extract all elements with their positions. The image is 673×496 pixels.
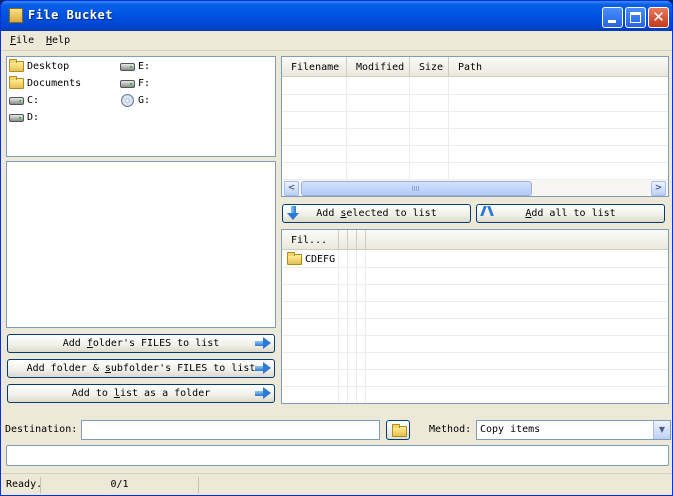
chevron-down-icon[interactable]: ▼ [653, 421, 670, 439]
add-all-button[interactable]: Add all to list [476, 204, 665, 223]
column-header-path[interactable]: Path [449, 57, 668, 77]
drive-label: Desktop [27, 61, 70, 72]
drive-label: F: [138, 78, 151, 89]
scrollbar-thumb[interactable] [301, 181, 532, 196]
progress-bar [6, 445, 669, 466]
button-label: dd all to list [531, 208, 616, 219]
column-divider [347, 251, 348, 403]
browse-button[interactable] [386, 420, 410, 440]
hard-drive-icon [120, 80, 135, 88]
column-header-size[interactable]: Size [410, 57, 449, 77]
status-count: 0/1 [41, 477, 199, 493]
column-divider [409, 78, 410, 181]
arrow-right-icon [255, 387, 271, 400]
column-divider [346, 78, 347, 181]
menu-help-label: elp [52, 35, 71, 46]
method-select[interactable]: Copy items ▼ [476, 420, 671, 440]
status-text: Ready. [6, 477, 42, 493]
column-divider [365, 251, 366, 403]
status-bar: Ready. 0/1 [1, 473, 672, 495]
app-window: File Bucket ✕ File Help Desktop Document… [0, 0, 673, 496]
arrow-right-icon [255, 362, 271, 375]
grid-rows[interactable] [282, 251, 668, 403]
hard-drive-icon [9, 97, 24, 105]
button-label: older's FILES to list [92, 338, 220, 349]
add-selected-button[interactable]: Add selected to list [282, 204, 471, 223]
column-header-filename[interactable]: Filename [282, 57, 347, 77]
menu-help[interactable]: Help [46, 35, 70, 46]
drive-label: C: [27, 95, 40, 106]
button-label: Add folder & [26, 363, 105, 374]
file-list-grid[interactable]: Filename Modified Size Path < > [281, 56, 669, 197]
column-divider [338, 251, 339, 403]
bucket-list[interactable]: Fil... CDEFG [281, 229, 669, 404]
close-button[interactable]: ✕ [648, 7, 669, 28]
double-arrow-down-icon [481, 206, 495, 221]
destination-input[interactable] [81, 420, 380, 440]
drive-label: G: [138, 95, 151, 106]
column-header-blank[interactable] [339, 230, 348, 250]
method-label: Method: [429, 424, 472, 435]
drive-label: D: [27, 112, 40, 123]
maximize-button[interactable] [625, 7, 646, 28]
button-label: Add [62, 338, 87, 349]
grid-header: Filename Modified Size Path [282, 57, 668, 77]
column-header-blank[interactable] [348, 230, 357, 250]
drive-label: Documents [27, 78, 82, 89]
cd-drive-icon [121, 94, 134, 107]
menu-bar: File Help [1, 31, 672, 51]
column-header-modified[interactable]: Modified [347, 57, 410, 77]
column-header-blank[interactable] [357, 230, 366, 250]
title-bar[interactable]: File Bucket ✕ [1, 1, 672, 31]
button-label: Add [316, 208, 341, 219]
method-selected-value: Copy items [480, 424, 541, 435]
button-label: ist as a folder [119, 388, 211, 399]
destination-label: Destination: [5, 424, 78, 435]
button-label: ubfolder's FILES to list [110, 363, 256, 374]
button-label: Add to [71, 388, 114, 399]
column-divider [448, 78, 449, 181]
folder-open-icon [392, 424, 407, 437]
hard-drive-icon [9, 114, 24, 122]
minimize-button[interactable] [602, 7, 623, 28]
scroll-left-icon[interactable]: < [284, 181, 299, 196]
grid-header: Fil... [282, 230, 668, 250]
column-divider [356, 251, 357, 403]
menu-file-label: ile [16, 35, 35, 46]
folder-icon [287, 252, 302, 265]
bucket-app-icon [9, 8, 23, 23]
arrow-down-icon [287, 206, 301, 221]
list-item-label: CDEFG [305, 254, 336, 265]
minimize-icon [608, 20, 616, 23]
grid-rows[interactable] [282, 78, 668, 179]
close-icon: ✕ [652, 8, 665, 26]
drive-list[interactable]: Desktop Documents C: D: E: F: G: [6, 56, 276, 157]
horizontal-scrollbar[interactable]: < > [282, 179, 668, 196]
arrow-right-icon [255, 337, 271, 350]
menu-file[interactable]: File [10, 35, 34, 46]
maximize-icon [630, 12, 641, 23]
add-as-folder-button[interactable]: Add to list as a folder [7, 384, 275, 403]
folder-tree[interactable] [6, 161, 276, 328]
column-header-file[interactable]: Fil... [282, 230, 339, 250]
scroll-right-icon[interactable]: > [651, 181, 666, 196]
hard-drive-icon [120, 63, 135, 71]
drive-label: E: [138, 61, 151, 72]
window-title: File Bucket [28, 8, 113, 22]
button-label: elected to list [346, 208, 437, 219]
folder-icon [9, 76, 24, 89]
add-folder-files-button[interactable]: Add folder's FILES to list [7, 334, 275, 353]
folder-icon [9, 59, 24, 72]
add-folder-subfolder-files-button[interactable]: Add folder & subfolder's FILES to list [7, 359, 275, 378]
